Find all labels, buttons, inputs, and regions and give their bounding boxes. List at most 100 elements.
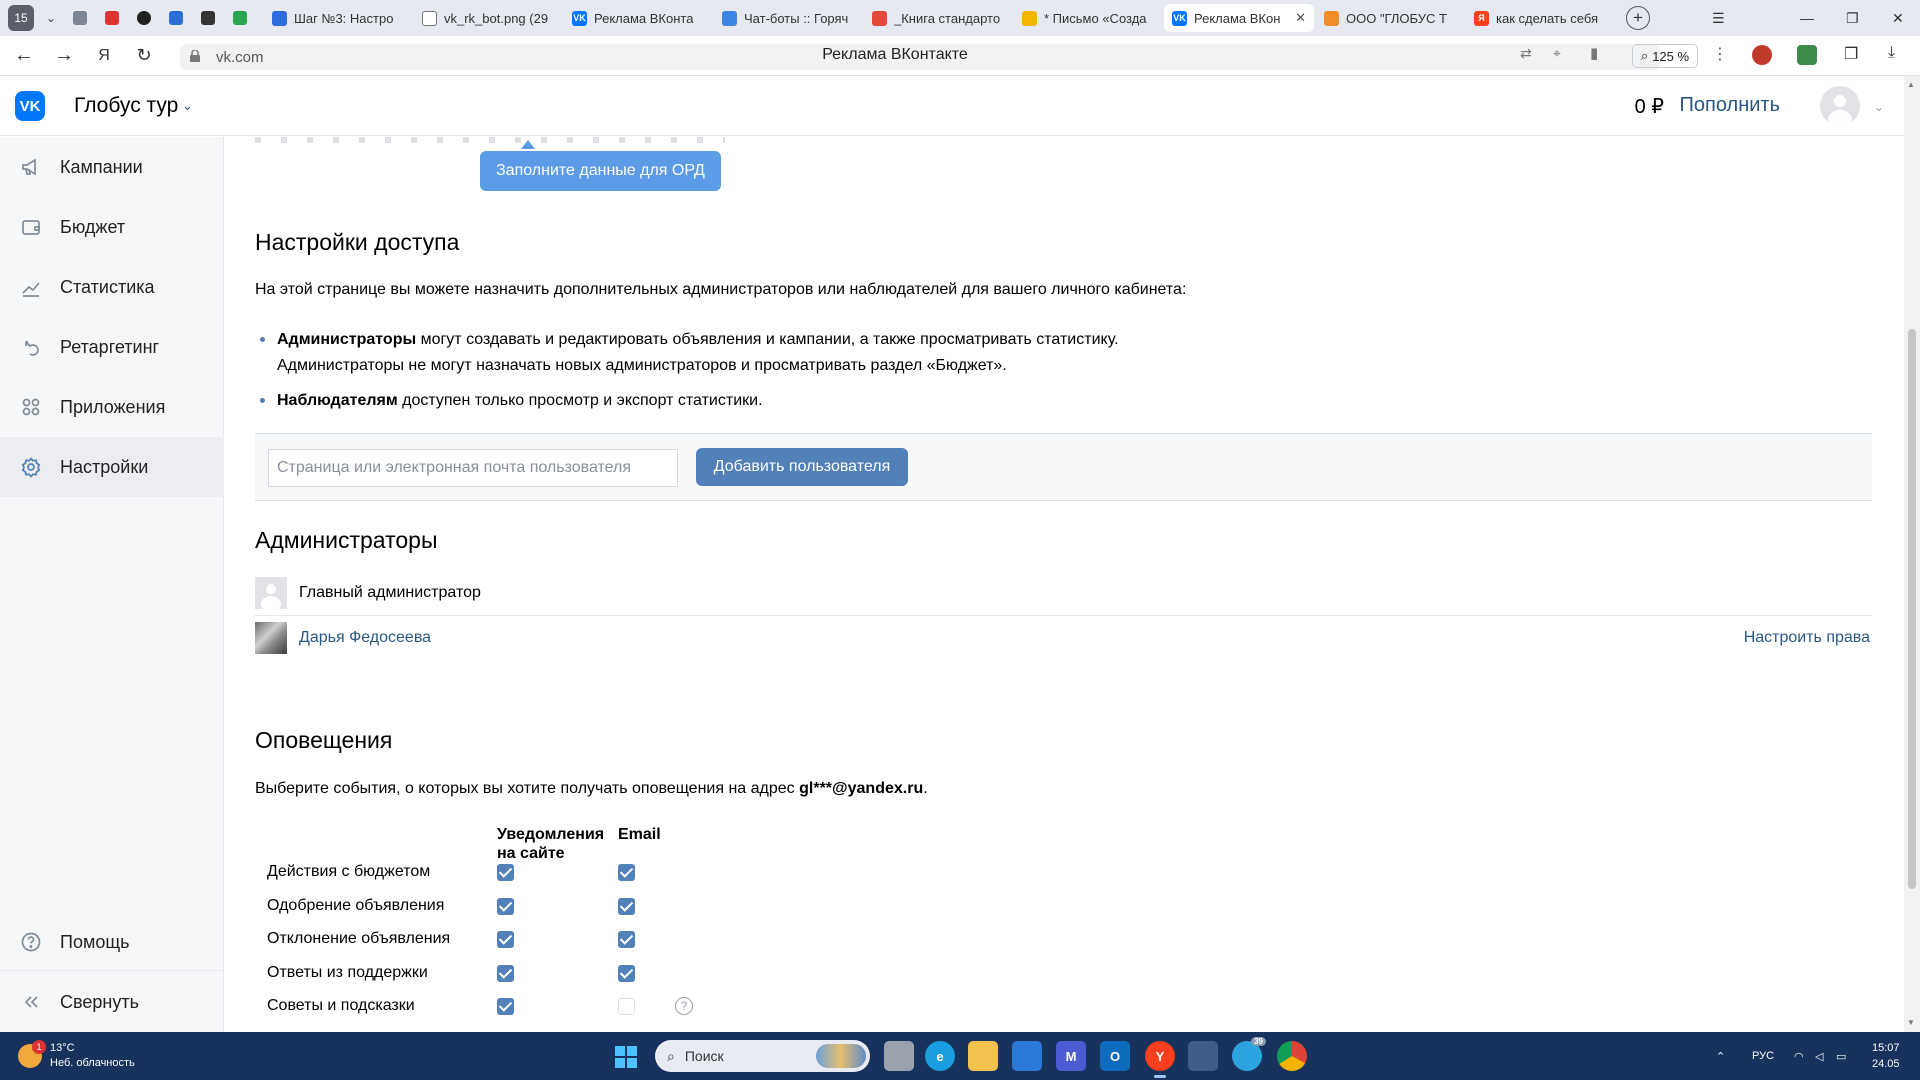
pinned-tab[interactable] bbox=[98, 6, 126, 30]
add-user-button[interactable]: Добавить пользователя bbox=[696, 448, 908, 486]
telegram-badge: 39 bbox=[1251, 1037, 1266, 1046]
tab-counter[interactable]: 15 bbox=[8, 5, 34, 31]
sidebar-item-statistics[interactable]: Статистика bbox=[0, 257, 224, 317]
file-explorer-icon[interactable] bbox=[968, 1041, 998, 1071]
app-icon[interactable]: M bbox=[1056, 1041, 1086, 1071]
admin-user-link[interactable]: Дарья Федосеева bbox=[299, 629, 431, 647]
clock-time: 15:07 bbox=[1872, 1042, 1900, 1054]
minimize-button[interactable]: — bbox=[1800, 0, 1814, 36]
pinned-tab[interactable] bbox=[66, 6, 94, 30]
windows-taskbar: 1 13°C Неб. облачность ⌕ Поиск e M O Y 3… bbox=[0, 1032, 1920, 1080]
tab-list-chevron-icon[interactable]: ⌄ bbox=[40, 11, 62, 25]
snipping-tool-icon[interactable] bbox=[1188, 1041, 1218, 1071]
tray-expand-icon[interactable]: ⌃ bbox=[1716, 1032, 1725, 1080]
pinned-tab[interactable] bbox=[130, 6, 158, 30]
store-icon[interactable] bbox=[1012, 1041, 1042, 1071]
pinned-tab[interactable] bbox=[194, 6, 222, 30]
taskbar-search[interactable]: ⌕ Поиск bbox=[655, 1040, 870, 1072]
site-notification-checkbox[interactable] bbox=[497, 965, 514, 982]
apps-icon bbox=[20, 396, 42, 418]
close-window-button[interactable]: ✕ bbox=[1892, 0, 1904, 36]
browser-tab[interactable]: Шаг №3: Настро bbox=[264, 4, 412, 32]
browser-tab[interactable]: _Книга стандарто bbox=[864, 4, 1012, 32]
volume-icon[interactable]: ◁ bbox=[1815, 1032, 1823, 1080]
browser-tab[interactable]: VK Реклама ВКонта bbox=[564, 4, 712, 32]
pinned-tab[interactable] bbox=[162, 6, 190, 30]
site-notification-checkbox[interactable] bbox=[497, 998, 514, 1015]
email-notification-checkbox[interactable] bbox=[618, 965, 635, 982]
gear-icon bbox=[20, 456, 42, 478]
telegram-icon[interactable]: 39 bbox=[1232, 1037, 1266, 1071]
task-view-icon[interactable] bbox=[884, 1041, 914, 1071]
avatar[interactable] bbox=[1820, 86, 1860, 126]
notification-email: gl***@yandex.ru bbox=[799, 780, 924, 797]
viewers-term: Наблюдателям bbox=[277, 392, 398, 409]
email-notification-checkbox[interactable] bbox=[618, 931, 635, 948]
sidebar-item-campaigns[interactable]: Кампании bbox=[0, 137, 224, 197]
scroll-down-icon[interactable]: ▼ bbox=[1907, 1018, 1915, 1027]
account-name[interactable]: Глобус тур bbox=[74, 94, 178, 118]
email-notification-checkbox[interactable] bbox=[618, 864, 635, 881]
scrollbar-thumb[interactable] bbox=[1908, 329, 1916, 889]
restore-button[interactable]: ❐ bbox=[1846, 0, 1859, 36]
pinned-tab[interactable] bbox=[226, 6, 254, 30]
help-icon bbox=[20, 931, 42, 953]
configure-rights-link[interactable]: Настроить права bbox=[1744, 629, 1870, 647]
clock-date: 24.05 bbox=[1872, 1058, 1900, 1070]
weather-widget[interactable]: 1 13°C Неб. облачность bbox=[18, 1040, 168, 1072]
new-tab-button[interactable]: + bbox=[1626, 6, 1650, 30]
clipped-text-row bbox=[255, 137, 725, 143]
browser-tab[interactable]: * Письмо «Созда bbox=[1014, 4, 1162, 32]
tab-title: Реклама ВКонта bbox=[594, 10, 694, 26]
sidebar-item-apps[interactable]: Приложения bbox=[0, 377, 224, 437]
sidebar-item-budget[interactable]: Бюджет bbox=[0, 197, 224, 257]
page-scrollbar[interactable]: ▲ ▼ bbox=[1904, 76, 1920, 1032]
sidebar-item-retargeting[interactable]: Ретаргетинг bbox=[0, 317, 224, 377]
vk-logo-icon[interactable]: VK bbox=[15, 91, 45, 121]
yandex-browser-icon[interactable]: Y bbox=[1145, 1041, 1175, 1078]
clock[interactable]: 15:07 24.05 bbox=[1872, 1040, 1900, 1072]
battery-icon[interactable]: ▭ bbox=[1836, 1032, 1846, 1080]
browser-tab[interactable]: vk_rk_bot.png (29 bbox=[414, 4, 562, 32]
wifi-icon[interactable]: ◠ bbox=[1794, 1032, 1804, 1080]
user-search-input[interactable] bbox=[268, 449, 678, 487]
browser-tab-active[interactable]: VK Реклама ВКон ✕ bbox=[1164, 4, 1314, 32]
sidebar-item-label: Свернуть bbox=[60, 991, 139, 1012]
sidebar-collapse-button[interactable]: Свернуть bbox=[0, 972, 224, 1032]
browser-menu-icon[interactable]: ☰ bbox=[1712, 0, 1725, 36]
start-button[interactable] bbox=[615, 1046, 637, 1068]
outlook-icon[interactable]: O bbox=[1100, 1041, 1130, 1071]
extension-icon[interactable] bbox=[1797, 45, 1817, 65]
chevron-down-icon[interactable]: ⌄ bbox=[182, 98, 193, 114]
close-tab-icon[interactable]: ✕ bbox=[1295, 10, 1306, 26]
collections-icon[interactable]: ❐ bbox=[1844, 44, 1858, 64]
admin-row-divider bbox=[255, 615, 1872, 616]
browser-tab[interactable]: Чат-боты :: Горяч bbox=[714, 4, 862, 32]
chevron-down-icon[interactable]: ⌄ bbox=[1874, 100, 1884, 114]
sidebar-item-label: Приложения bbox=[60, 396, 166, 417]
tab-list: Шаг №3: Настро vk_rk_bot.png (29 VK Реклама… bbox=[262, 4, 1614, 32]
topup-link[interactable]: Пополнить bbox=[1680, 94, 1780, 117]
avatar[interactable] bbox=[255, 622, 287, 654]
sidebar-item-label: Настройки bbox=[60, 456, 149, 477]
browser-tab[interactable]: ООО "ГЛОБУС Т bbox=[1316, 4, 1464, 32]
email-notification-checkbox[interactable] bbox=[618, 998, 635, 1015]
sidebar-item-help[interactable]: Помощь bbox=[0, 912, 224, 972]
scroll-up-icon[interactable]: ▲ bbox=[1907, 80, 1915, 89]
tab-favicon-icon: VK bbox=[572, 10, 587, 26]
site-notification-checkbox[interactable] bbox=[497, 898, 514, 915]
tab-title: Чат-боты :: Горяч bbox=[744, 10, 849, 26]
ord-data-button[interactable]: Заполните данные для ОРД bbox=[480, 151, 721, 191]
email-notification-checkbox[interactable] bbox=[618, 898, 635, 915]
edge-icon[interactable]: e bbox=[925, 1041, 955, 1071]
question-icon[interactable]: ? bbox=[675, 997, 693, 1015]
admins-text: могут создавать и редактировать объявлен… bbox=[416, 331, 1119, 348]
browser-tab[interactable]: Якак сделать себя bbox=[1466, 4, 1614, 32]
chrome-icon[interactable] bbox=[1277, 1041, 1307, 1071]
downloads-icon[interactable]: ⤓ bbox=[1888, 44, 1895, 62]
notification-row-label: Действия с бюджетом bbox=[267, 863, 431, 880]
language-indicator[interactable]: РУС bbox=[1752, 1032, 1774, 1080]
site-notification-checkbox[interactable] bbox=[497, 864, 514, 881]
site-notification-checkbox[interactable] bbox=[497, 931, 514, 948]
sidebar-item-settings[interactable]: Настройки bbox=[0, 437, 224, 497]
